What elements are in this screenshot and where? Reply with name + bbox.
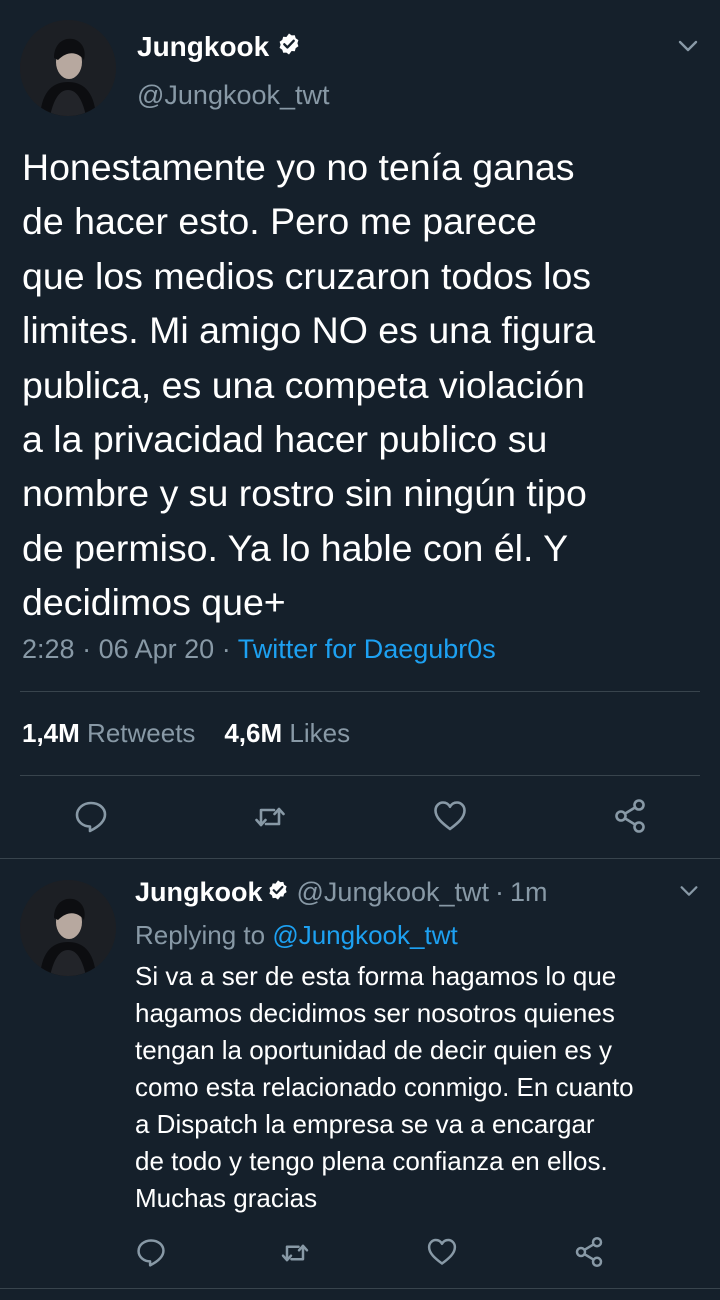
like-icon[interactable]: [432, 798, 468, 834]
tweet-date: 06 Apr 20: [98, 634, 215, 664]
reply-icon[interactable]: [135, 1236, 167, 1268]
main-tweet-avatar[interactable]: [20, 20, 116, 116]
retweets-stat[interactable]: 1,4M Retweets: [22, 718, 195, 748]
display-name-text[interactable]: Jungkook: [137, 31, 269, 63]
reply-tweet-text: Si va a ser de esta forma hagamos lo que…: [135, 961, 634, 1213]
tweet-source-link[interactable]: Twitter for Daegubr0s: [238, 634, 496, 664]
separator-dot: ·: [495, 877, 505, 907]
likes-stat[interactable]: 4,6M Likes: [224, 718, 350, 748]
reply-handle[interactable]: @Jungkook_twt: [297, 877, 490, 908]
tweet-stats: 1,4M Retweets 4,6M Likes: [22, 718, 350, 749]
reply-tweet-avatar[interactable]: [20, 880, 116, 976]
likes-count: 4,6M: [224, 718, 283, 748]
divider: [0, 1288, 720, 1289]
avatar-image: [20, 880, 116, 976]
reply-display-name[interactable]: Jungkook: [135, 877, 263, 908]
chevron-down-icon[interactable]: [678, 880, 700, 902]
retweet-icon[interactable]: [279, 1237, 311, 1269]
retweet-icon[interactable]: [252, 799, 288, 835]
tweet-time: 2:28: [22, 634, 75, 664]
share-icon[interactable]: [612, 798, 648, 834]
verified-badge-icon: [267, 877, 289, 908]
replying-to-link[interactable]: @Jungkook_twt: [272, 920, 457, 950]
divider: [20, 775, 700, 776]
retweets-label: Retweets: [87, 718, 196, 748]
separator-dot: ·: [221, 634, 238, 664]
verified-badge-icon: [277, 31, 301, 63]
retweets-count: 1,4M: [22, 718, 80, 748]
divider: [0, 858, 720, 859]
separator-dot: ·: [82, 634, 99, 664]
replying-prefix: Replying to: [135, 920, 266, 950]
main-tweet-text: Honestamente yo no tenía ganas de hacer …: [22, 146, 596, 624]
main-tweet-display-name[interactable]: Jungkook: [137, 31, 301, 63]
chevron-down-icon[interactable]: [676, 34, 700, 58]
reply-tweet-header: Jungkook @Jungkook_twt · 1m: [135, 877, 548, 908]
avatar-image: [20, 20, 116, 116]
share-icon[interactable]: [573, 1236, 605, 1268]
reply-icon[interactable]: [73, 798, 109, 834]
main-tweet-meta: 2:28 · 06 Apr 20 · Twitter for Daegubr0s: [22, 634, 496, 665]
likes-label: Likes: [289, 718, 351, 748]
replying-to: Replying to @Jungkook_twt: [135, 920, 458, 951]
reply-time-ago: 1m: [510, 877, 548, 907]
main-tweet-handle[interactable]: @Jungkook_twt: [137, 80, 330, 111]
divider: [20, 691, 700, 692]
like-icon[interactable]: [426, 1236, 458, 1268]
